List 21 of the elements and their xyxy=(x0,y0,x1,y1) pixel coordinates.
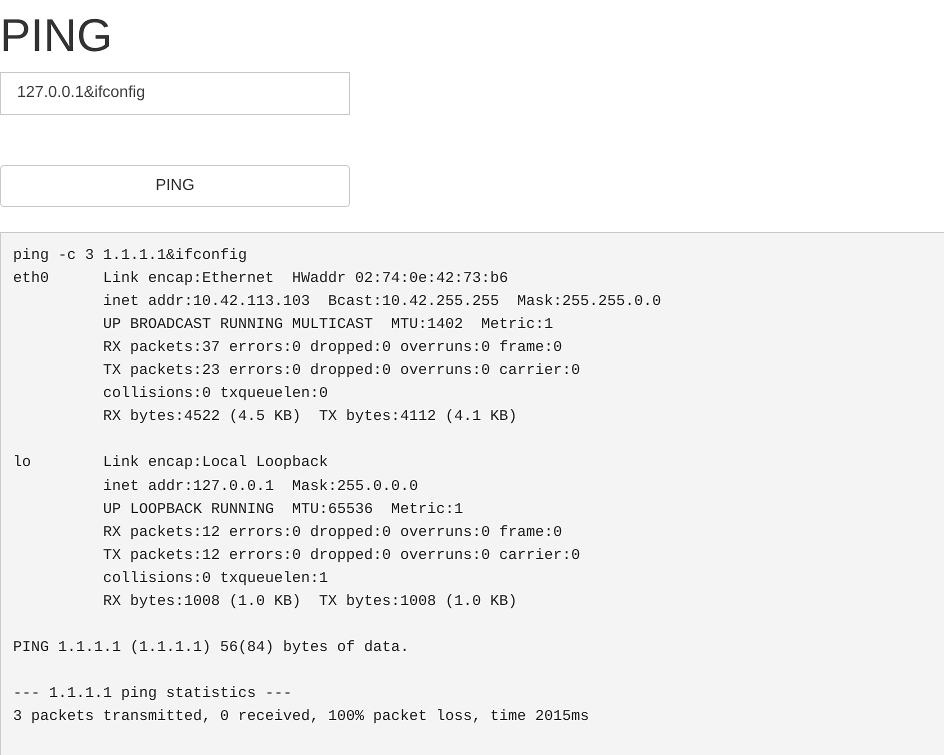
output-line: eth0 Link encap:Ethernet HWaddr 02:74:0e:42:73:b6 xyxy=(13,268,508,289)
output-line: TX packets:12 errors:0 dropped:0 overruns:0 carrier:0 xyxy=(102,546,580,566)
output-line: TX packets:23 errors:0 dropped:0 overruns:0 carrier:0 xyxy=(102,361,580,382)
page-title: PING xyxy=(0,10,112,61)
output-line: collisions:0 txqueuelen:1 xyxy=(102,568,328,589)
output-line: 3 packets transmitted, 0 received, 100% packet loss, time 2015ms xyxy=(13,707,590,728)
output-line: collisions:0 txqueuelen:0 xyxy=(102,384,328,404)
ping-button[interactable]: PING xyxy=(0,164,350,207)
output-line: UP LOOPBACK RUNNING MTU:65536 Metric:1 xyxy=(102,500,464,520)
output-line: inet addr:127.0.0.1 Mask:255.0.0.0 xyxy=(102,476,418,497)
output-line: RX bytes:1008 (1.0 KB) TX bytes:1008 (1.0 KB) xyxy=(102,592,518,612)
output-line: RX packets:12 errors:0 dropped:0 overruns:0 frame:0 xyxy=(102,522,562,543)
output-line: ping -c 3 1.1.1.1&ifconfig xyxy=(13,246,248,266)
output-line: PING 1.1.1.1 (1.1.1.1) 56(84) bytes of data. xyxy=(13,638,410,658)
output-line: --- 1.1.1.1 ping statistics --- xyxy=(13,684,292,704)
output-line: RX bytes:4522 (4.5 KB) TX bytes:4112 (4.1 KB) xyxy=(102,407,518,428)
host-input-field[interactable]: 127.0.0.1&ifconfig xyxy=(0,72,350,115)
output-line: lo Link encap:Local Loopback xyxy=(13,453,328,474)
output-line: UP BROADCAST RUNNING MULTICAST MTU:1402 Metric:1 xyxy=(102,314,554,335)
output-line: RX packets:37 errors:0 dropped:0 overruns:0 frame:0 xyxy=(102,338,562,358)
output-line: inet addr:10.42.113.103 Bcast:10.42.255.255 Mask:255.255.0.0 xyxy=(102,292,662,312)
